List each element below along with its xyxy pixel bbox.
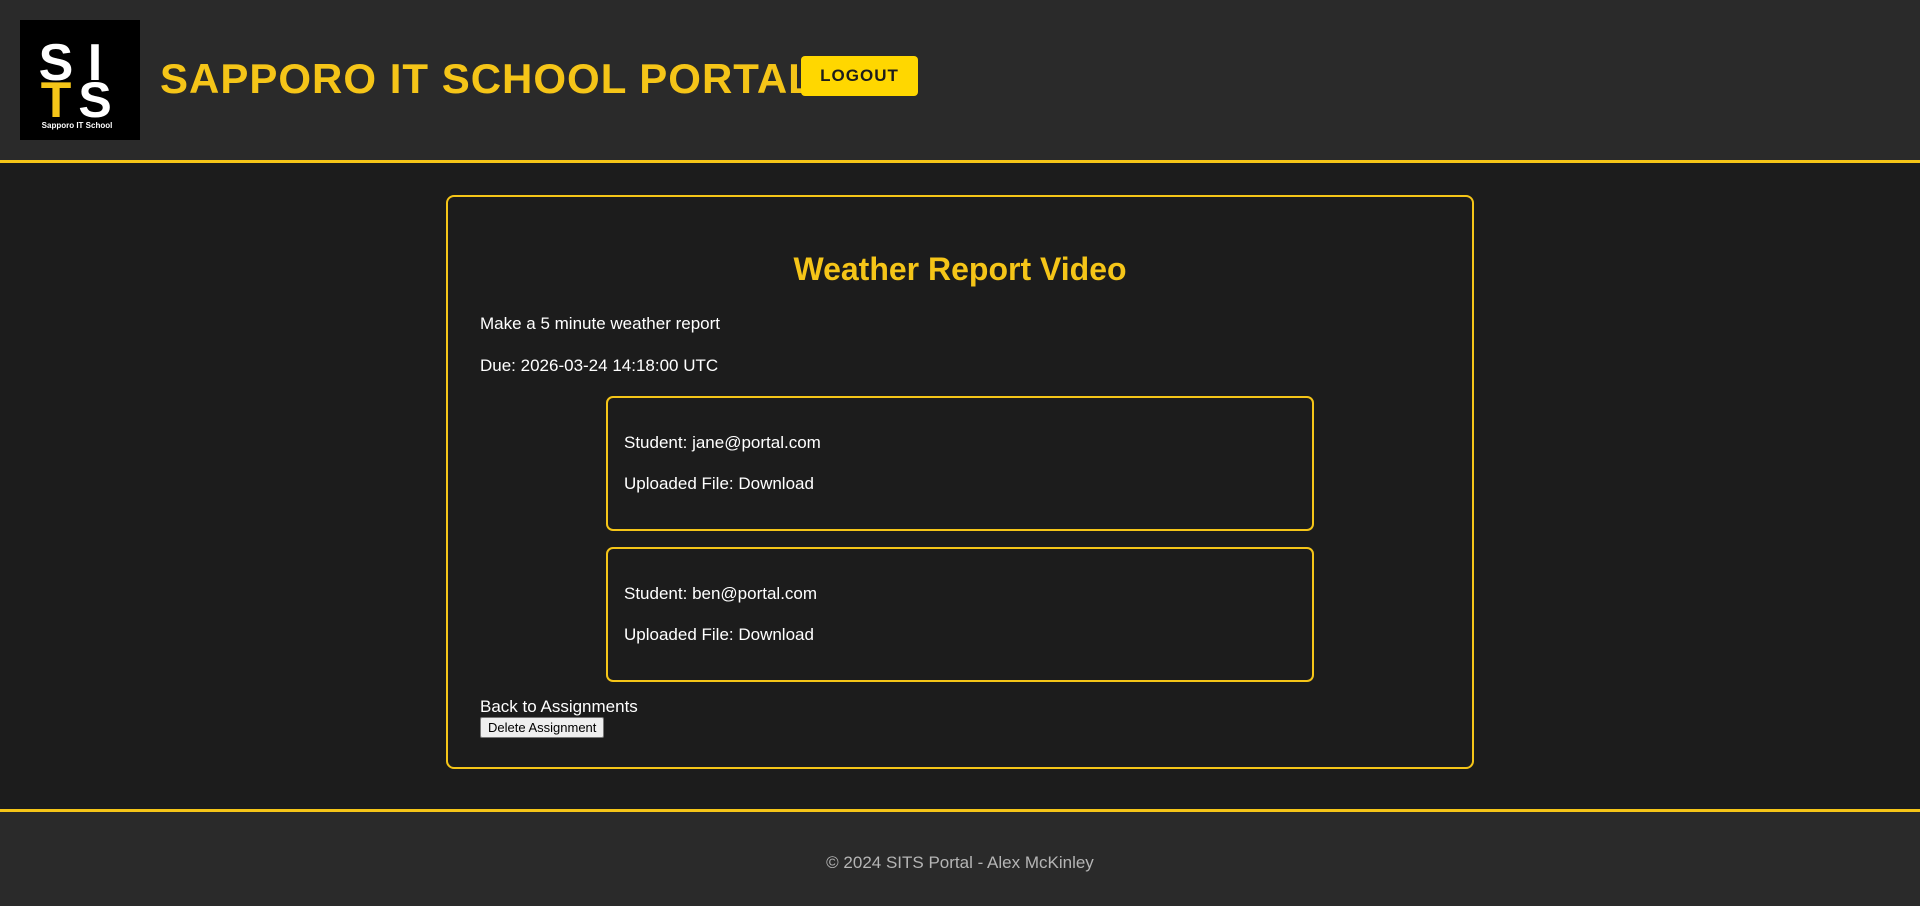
school-logo[interactable]: S I T S Sapporo IT School: [20, 20, 140, 140]
logo-caption: Sapporo IT School: [42, 121, 113, 130]
submission-card: Student: jane@portal.com Uploaded File: …: [606, 396, 1314, 531]
logo-graphic: S I T S Sapporo IT School: [20, 20, 140, 140]
logout-button[interactable]: LOGOUT: [801, 56, 918, 96]
assignment-description: Make a 5 minute weather report: [480, 314, 721, 333]
file-label: Uploaded File:: [624, 625, 739, 644]
assignment-card: Weather Report Video Make a 5 minute wea…: [446, 195, 1474, 769]
site-title: SAPPORO IT SCHOOL PORTAL: [160, 55, 815, 102]
delete-assignment-button[interactable]: Delete Assignment: [480, 717, 605, 738]
student-label: Student:: [624, 584, 693, 603]
student-email: ben@portal.com: [692, 584, 818, 603]
logo-letter-s2: S: [78, 72, 111, 128]
site-header: S I T S Sapporo IT School SAPPORO IT SCH…: [0, 0, 1920, 163]
assignment-title: Weather Report Video: [793, 251, 1127, 287]
student-email: jane@portal.com: [692, 433, 821, 452]
site-footer: © 2024 SITS Portal - Alex McKinley: [0, 809, 1920, 906]
assignment-due-date: Due: 2026-03-24 14:18:00 UTC: [480, 356, 719, 375]
footer-copyright: © 2024 SITS Portal - Alex McKinley: [826, 853, 1094, 872]
download-link[interactable]: Download: [738, 474, 814, 493]
file-label: Uploaded File:: [624, 474, 739, 493]
download-link[interactable]: Download: [738, 625, 814, 644]
submission-file: Uploaded File: Download: [624, 473, 814, 495]
student-label: Student:: [624, 433, 693, 452]
submission-card: Student: ben@portal.com Uploaded File: D…: [606, 547, 1314, 682]
submission-student: Student: jane@portal.com: [624, 432, 821, 454]
submission-file: Uploaded File: Download: [624, 624, 814, 646]
logo-letter-t: T: [41, 72, 72, 128]
submission-student: Student: ben@portal.com: [624, 583, 817, 605]
back-to-assignments-link[interactable]: Back to Assignments: [480, 697, 638, 717]
